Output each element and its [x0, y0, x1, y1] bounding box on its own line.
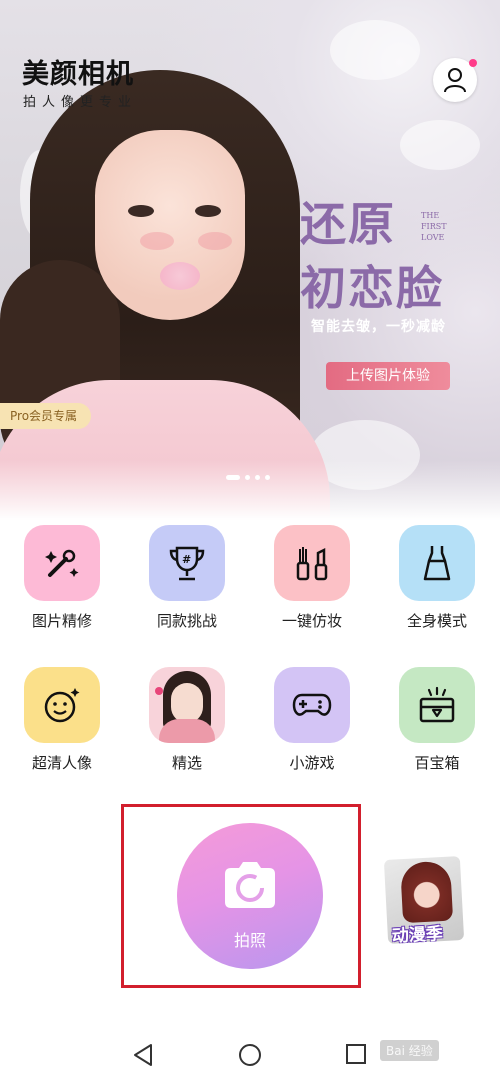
notification-dot [469, 59, 477, 67]
feature-tile[interactable] [274, 525, 350, 601]
feature-tile[interactable] [24, 667, 100, 743]
gamepad-icon [292, 693, 332, 716]
portrait-eye-left [128, 205, 154, 217]
promo-english-text: THE FIRST LOVE [421, 211, 447, 242]
portrait-blush-right [198, 232, 232, 250]
promo-headline-line1: 还原 [300, 197, 396, 251]
app-title: 美颜相机 [22, 59, 134, 90]
feature-label: 同款挑战 [156, 612, 217, 630]
trophy-icon: # [169, 546, 205, 581]
svg-text:#: # [182, 553, 191, 566]
portrait-eye-right [195, 205, 221, 217]
dress-icon [423, 546, 451, 581]
anime-character [400, 860, 454, 924]
anime-season-promo[interactable]: 动漫季 [383, 856, 465, 944]
feature-label: 一键仿妆 [281, 612, 342, 630]
feature-label: 百宝箱 [414, 754, 460, 772]
portrait-face [95, 130, 245, 320]
featured-photo[interactable] [149, 667, 225, 743]
feature-tile[interactable] [24, 525, 100, 601]
feature-label: 精选 [171, 754, 202, 772]
face-icon [44, 688, 80, 723]
feature-label: 全身模式 [406, 612, 467, 630]
makeup-icon [296, 547, 328, 581]
feature-tile[interactable] [399, 667, 475, 743]
feature-minigame[interactable]: 小游戏 [257, 667, 367, 773]
profile-button[interactable] [433, 58, 477, 102]
feature-fullbody[interactable]: 全身模式 [382, 525, 492, 631]
feature-label: 小游戏 [289, 754, 335, 772]
feature-featured[interactable]: 精选 [132, 667, 242, 773]
feature-hd-portrait[interactable]: 超清人像 [7, 667, 117, 773]
pro-member-badge: Pro会员专属 [0, 403, 92, 429]
feature-makeup[interactable]: 一键仿妆 [257, 525, 367, 631]
app-subtitle: 拍人像更专业 [23, 95, 138, 110]
shoot-label: 拍照 [233, 931, 266, 950]
portrait-blush-left [140, 232, 174, 250]
camera-icon [225, 862, 275, 908]
upload-photo-button[interactable]: 上传图片体验 [326, 362, 450, 390]
feature-tile[interactable]: # [149, 525, 225, 601]
magic-wand-icon [45, 549, 79, 577]
feature-tile[interactable] [274, 667, 350, 743]
flower-decoration [160, 262, 200, 290]
shoot-button[interactable]: 拍照 [177, 823, 323, 969]
anime-promo-label: 动漫季 [391, 924, 444, 944]
banner-fade [0, 460, 500, 520]
feature-challenge[interactable]: # 同款挑战 [132, 525, 242, 631]
feature-retouch[interactable]: 图片精修 [7, 525, 117, 631]
promo-headline-line2: 初恋脸 [300, 261, 444, 315]
treasure-box-icon [419, 686, 455, 723]
feature-label: 超清人像 [31, 754, 92, 772]
watermark: Bai 经验 [380, 1040, 439, 1061]
feature-toolbox[interactable]: 百宝箱 [382, 667, 492, 773]
user-icon [444, 68, 466, 93]
feature-tile[interactable] [399, 525, 475, 601]
promo-tagline: 智能去皱，一秒减龄 [311, 319, 446, 335]
back-icon[interactable] [132, 1043, 154, 1067]
home-icon[interactable] [238, 1043, 262, 1067]
feature-label: 图片精修 [31, 612, 92, 630]
recents-icon[interactable] [345, 1043, 367, 1065]
